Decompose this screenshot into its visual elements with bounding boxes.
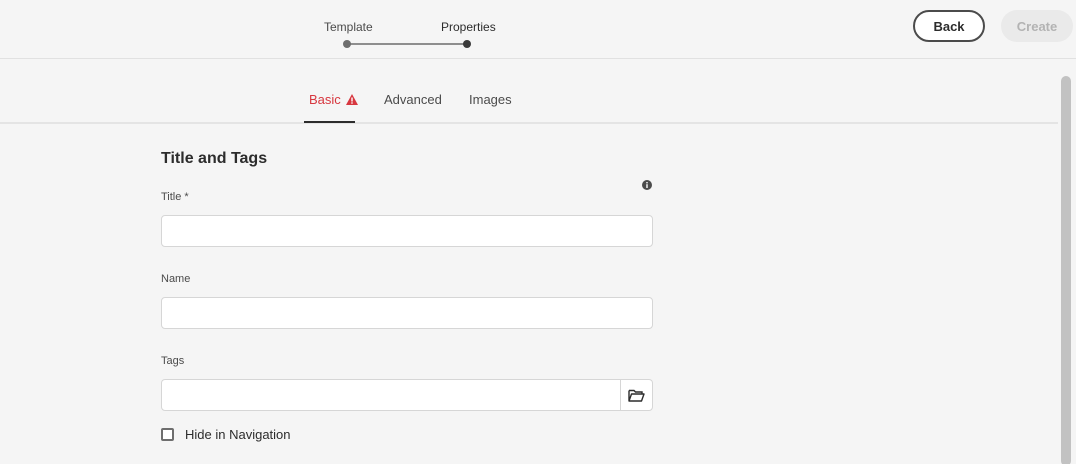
active-tab-indicator (304, 121, 355, 123)
tab-basic-label: Basic (309, 92, 341, 107)
name-field-label: Name (161, 273, 191, 285)
tab-basic[interactable]: Basic (309, 92, 358, 107)
section-title: Title and Tags (161, 150, 268, 167)
tags-browse-button[interactable] (620, 379, 653, 411)
info-icon[interactable] (642, 180, 652, 190)
title-input[interactable] (161, 215, 653, 247)
create-button[interactable]: Create (1001, 10, 1073, 42)
alert-icon (345, 94, 358, 105)
step-dot-properties (463, 40, 471, 48)
tab-advanced-label: Advanced (384, 92, 442, 107)
tab-advanced[interactable]: Advanced (384, 92, 442, 107)
wizard-header: Template Properties Back Create (0, 0, 1076, 59)
hide-in-navigation-option[interactable]: Hide in Navigation (161, 427, 291, 442)
tab-images[interactable]: Images (469, 92, 512, 107)
title-field-label: Title * (161, 191, 189, 203)
tab-list: Basic Advanced Images (0, 59, 1058, 124)
back-button[interactable]: Back (913, 10, 985, 42)
hide-in-navigation-checkbox[interactable] (161, 428, 174, 441)
create-page-wizard: Template Properties Back Create Basic Ad… (0, 0, 1076, 464)
name-input[interactable] (161, 297, 653, 329)
scrollbar-thumb[interactable] (1061, 76, 1071, 464)
step-dot-template[interactable] (343, 40, 351, 48)
step-label-template: Template (324, 20, 373, 34)
tags-input[interactable] (161, 379, 621, 411)
step-progress-line (348, 43, 466, 45)
hide-in-navigation-label: Hide in Navigation (185, 427, 291, 442)
tags-field-label: Tags (161, 355, 185, 367)
tab-images-label: Images (469, 92, 512, 107)
folder-open-icon (628, 389, 645, 402)
step-label-properties: Properties (441, 20, 496, 34)
